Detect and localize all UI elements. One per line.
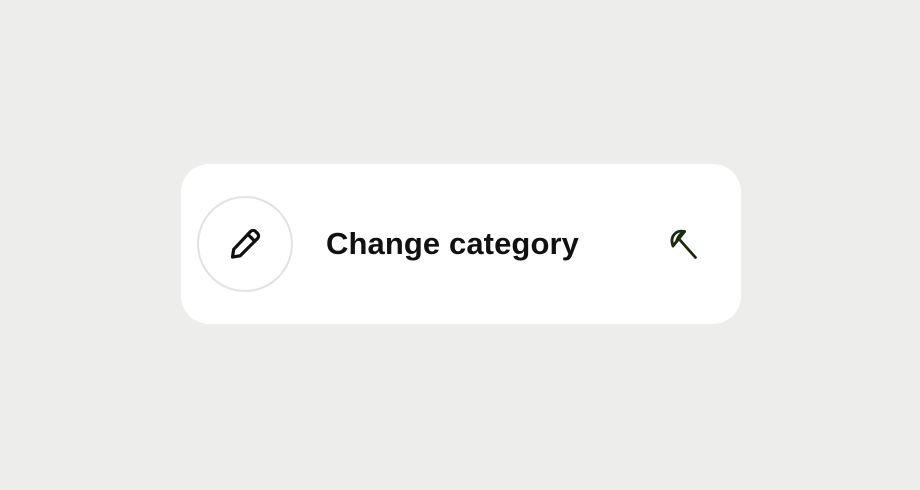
beach-umbrella-icon [667,226,703,262]
edit-button[interactable] [197,196,293,292]
change-category-row[interactable]: Change category [181,164,741,324]
pencil-icon [225,224,265,264]
change-category-label: Change category [326,226,580,261]
